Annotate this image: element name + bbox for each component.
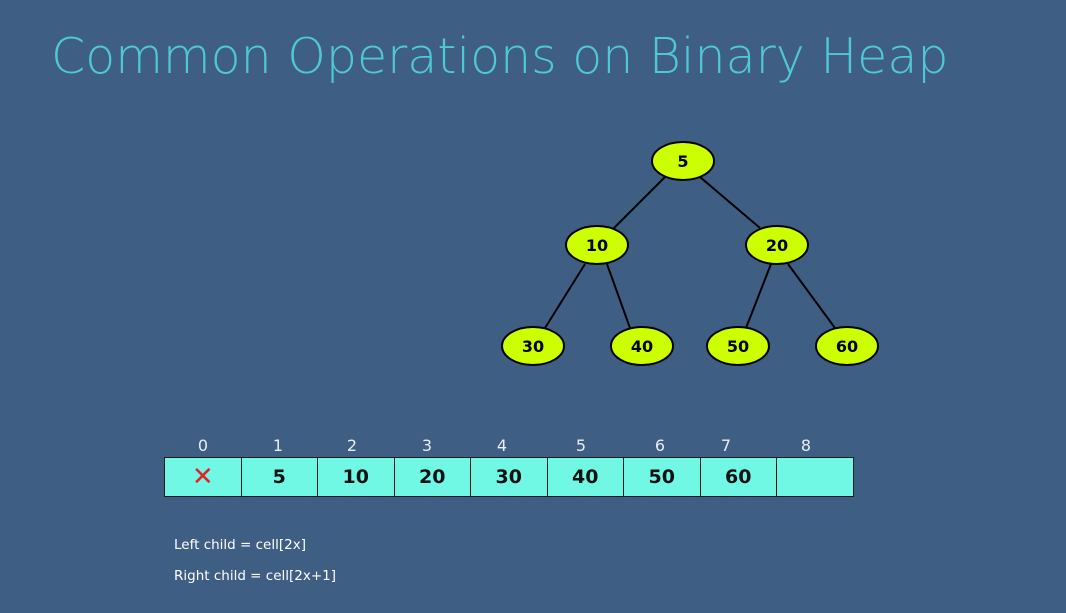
array-index: 5 xyxy=(575,436,587,455)
array-index: 8 xyxy=(800,436,812,455)
array-index: 4 xyxy=(496,436,508,455)
tree-node-label: 10 xyxy=(586,236,608,255)
array-cell: 50 xyxy=(624,458,701,496)
tree-node-label: 50 xyxy=(727,337,749,356)
array-index: 6 xyxy=(654,436,666,455)
binary-heap-tree: 5 10 20 30 40 50 60 xyxy=(501,141,879,366)
array-cell: 5 xyxy=(242,458,318,496)
tree-node: 5 xyxy=(651,141,715,181)
array-index: 7 xyxy=(720,436,732,455)
array-cell: 20 xyxy=(395,458,471,496)
tree-edge xyxy=(544,263,586,329)
array-cell: 30 xyxy=(471,458,548,496)
tree-node: 20 xyxy=(745,225,809,265)
tree-edge xyxy=(613,176,666,229)
array-index: 3 xyxy=(421,436,433,455)
array-index: 1 xyxy=(272,436,284,455)
tree-node: 10 xyxy=(565,225,629,265)
array-index: 2 xyxy=(346,436,358,455)
left-child-formula: Left child = cell[2x] xyxy=(174,537,306,553)
array-cell: ✕ xyxy=(165,458,242,496)
heap-array: ✕ 5 10 20 30 40 50 60 xyxy=(164,457,854,497)
tree-node: 40 xyxy=(610,326,674,366)
tree-edge xyxy=(787,263,836,329)
tree-edge xyxy=(606,263,631,329)
tree-node: 50 xyxy=(706,326,770,366)
tree-node-label: 60 xyxy=(836,337,858,356)
array-index: 0 xyxy=(197,436,209,455)
right-child-formula: Right child = cell[2x+1] xyxy=(174,568,337,584)
tree-node-label: 30 xyxy=(522,337,544,356)
tree-node-label: 20 xyxy=(766,236,788,255)
array-cell: 40 xyxy=(548,458,624,496)
array-cell: 10 xyxy=(318,458,395,496)
x-icon: ✕ xyxy=(191,462,214,492)
array-cell: 60 xyxy=(701,458,777,496)
array-cell xyxy=(777,458,853,496)
tree-node: 60 xyxy=(815,326,879,366)
tree-node-label: 40 xyxy=(631,337,653,356)
tree-edge xyxy=(699,176,761,229)
tree-node: 30 xyxy=(501,326,565,366)
tree-edge xyxy=(745,263,772,329)
tree-node-label: 5 xyxy=(677,152,688,171)
